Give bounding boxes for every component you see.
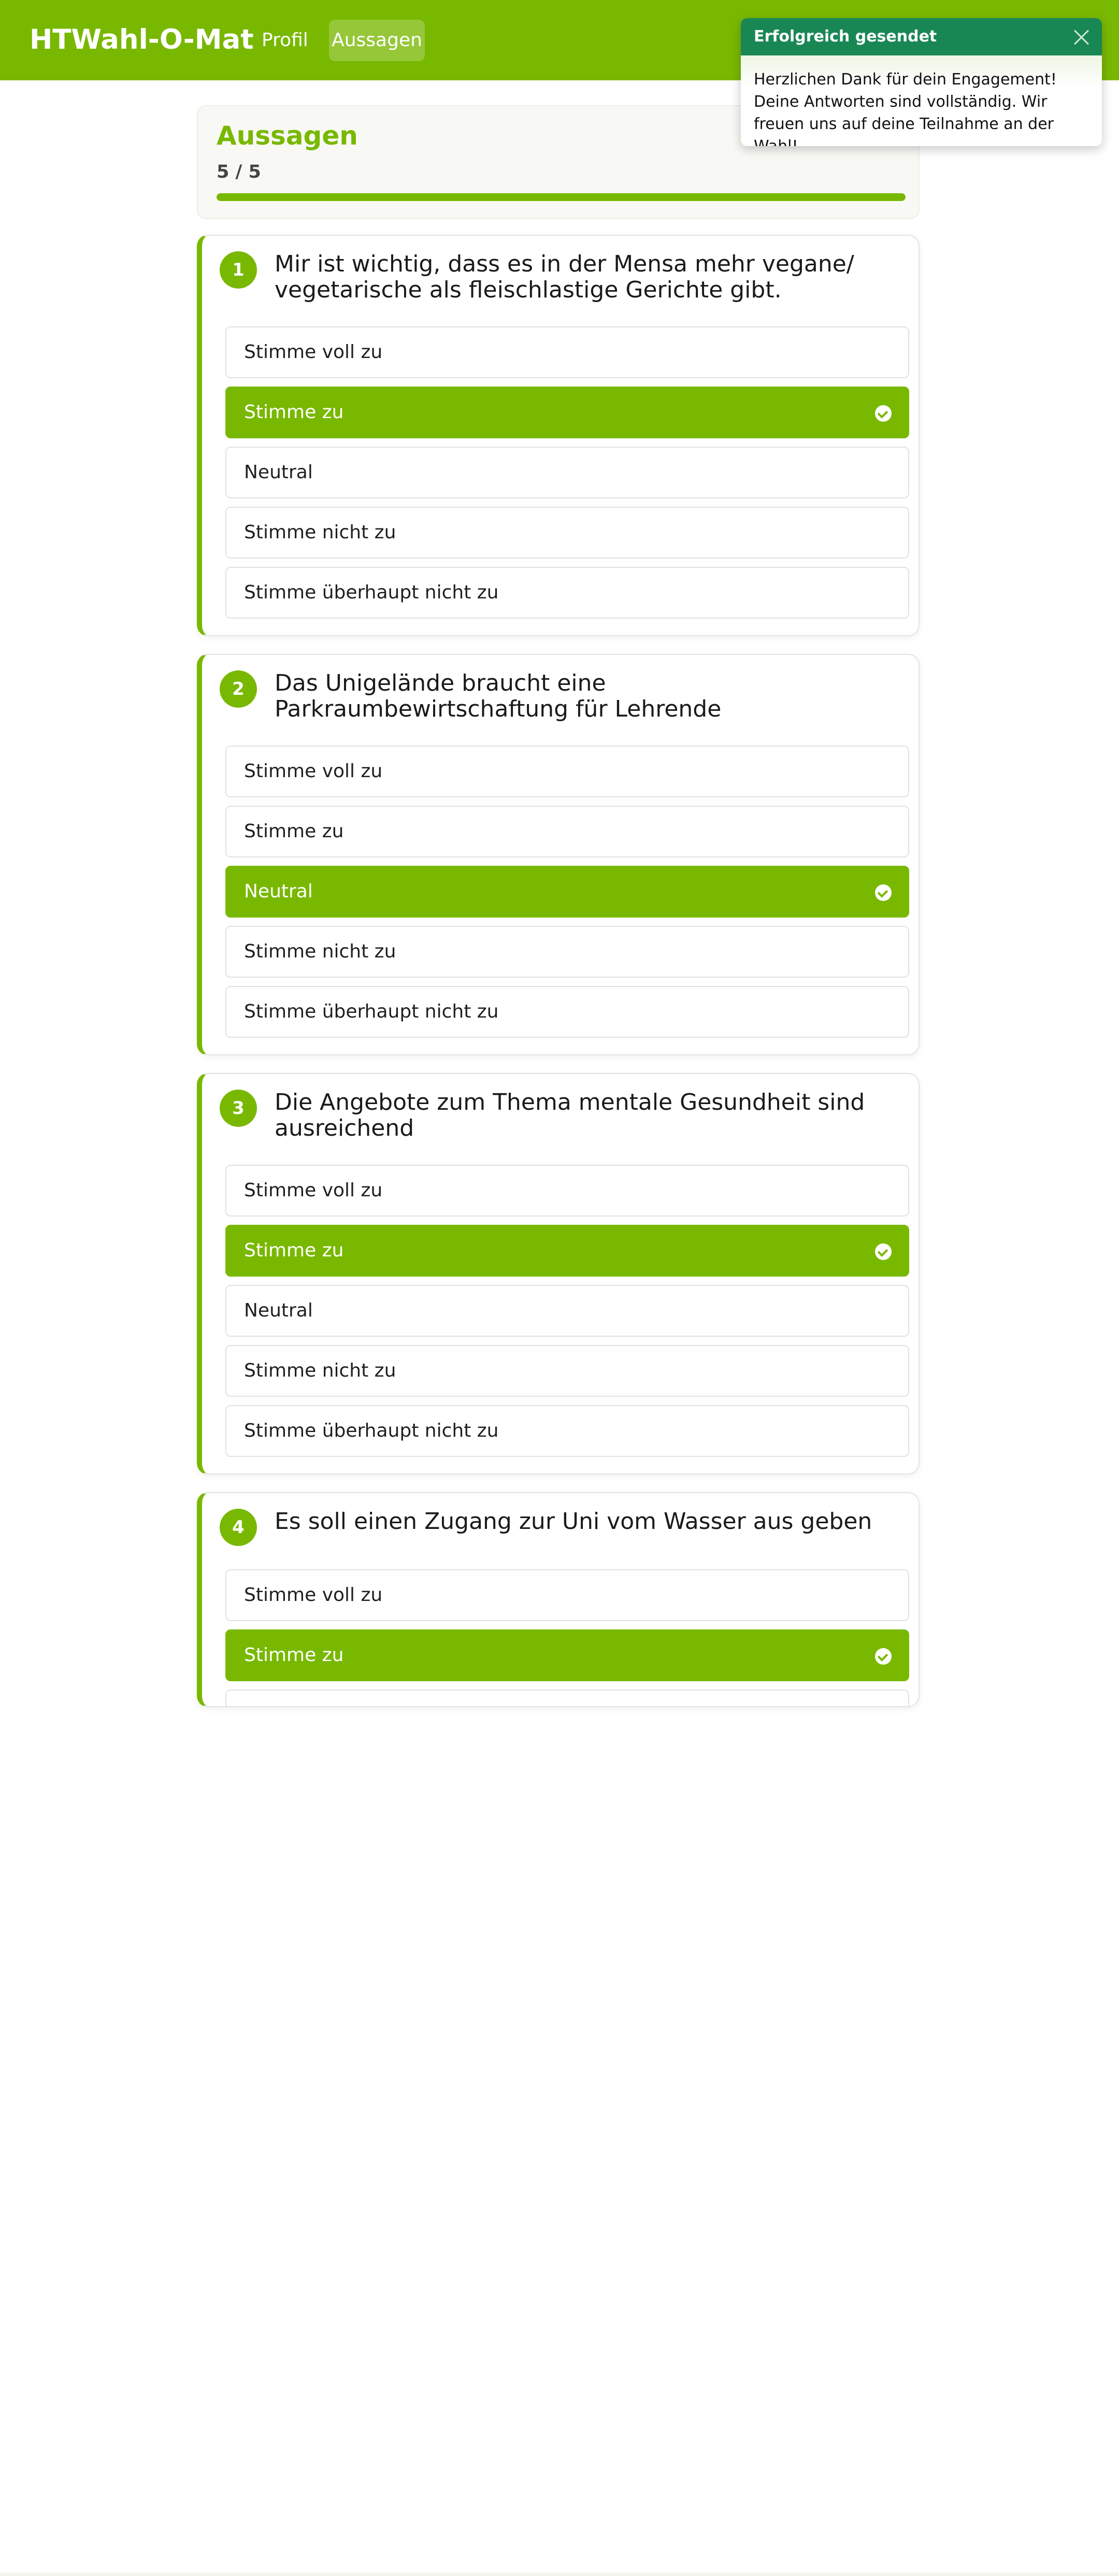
question-card-1: 1 Mir ist wichtig, dass es in der Mensa … (197, 235, 920, 636)
toast-title: Erfolgreich gesendet (754, 27, 937, 46)
answer-option-neutral[interactable] (225, 1690, 909, 1706)
check-circle-icon (875, 884, 892, 901)
answer-options: Stimme voll zu Stimme zu (225, 1569, 909, 1706)
answer-label: Stimme nicht zu (244, 941, 396, 962)
answer-label: Stimme voll zu (244, 1584, 383, 1606)
answer-options: Stimme voll zu Stimme zu Neutral Stimme … (225, 746, 909, 1046)
check-circle-icon (875, 1648, 892, 1665)
question-text: Die Angebote zum Thema mentale Gesundhei… (275, 1089, 865, 1141)
question-card-4: 4 Es soll einen Zugang zur Uni vom Wasse… (197, 1492, 920, 1707)
progress-counter: 5 / 5 (217, 162, 261, 182)
answer-label: Stimme nicht zu (244, 1360, 396, 1381)
question-text: Das Unigelände braucht eine Parkraumbewi… (275, 670, 722, 722)
close-icon[interactable] (1071, 26, 1092, 47)
answer-label: Neutral (244, 1300, 313, 1321)
answer-options: Stimme voll zu Stimme zu Neutral Stimme … (225, 326, 909, 627)
answer-label: Stimme überhaupt nicht zu (244, 1420, 499, 1441)
answer-option-stimme-voll-zu[interactable]: Stimme voll zu (225, 1569, 909, 1621)
question-number-badge: 4 (220, 1509, 257, 1546)
answer-label: Stimme voll zu (244, 1180, 383, 1201)
question-card-2: 2 Das Unigelände braucht eine Parkraumbe… (197, 654, 920, 1055)
brand-logo[interactable]: HTWahl-O-Mat (30, 24, 254, 56)
toast-header: Erfolgreich gesendet (741, 18, 1102, 55)
nav-link-profil[interactable]: Profil (254, 20, 311, 61)
answer-option-stimme-ueberhaupt-nicht-zu[interactable]: Stimme überhaupt nicht zu (225, 1405, 909, 1457)
toast-message: Herzlichen Dank für dein Engagement! Dei… (741, 55, 1102, 146)
page-title: Aussagen (217, 121, 358, 151)
success-toast: Erfolgreich gesendet Herzlichen Dank für… (741, 18, 1102, 146)
progress-bar-fill (217, 193, 906, 201)
answer-label: Stimme überhaupt nicht zu (244, 582, 499, 603)
question-number-badge: 3 (220, 1090, 257, 1127)
answer-label: Stimme nicht zu (244, 522, 396, 543)
nav-link-aussagen[interactable]: Aussagen (329, 20, 425, 61)
page-footer-strip (0, 2572, 1119, 2576)
question-number-badge: 2 (220, 670, 257, 708)
answer-label: Stimme voll zu (244, 761, 383, 782)
answer-label: Stimme voll zu (244, 341, 383, 363)
answer-option-stimme-nicht-zu[interactable]: Stimme nicht zu (225, 1345, 909, 1397)
answer-label: Stimme zu (244, 821, 344, 842)
answer-label: Stimme überhaupt nicht zu (244, 1001, 499, 1022)
answer-option-stimme-nicht-zu[interactable]: Stimme nicht zu (225, 507, 909, 559)
answer-label: Stimme zu (244, 1240, 344, 1261)
check-circle-icon (875, 1243, 892, 1260)
check-circle-icon (875, 405, 892, 422)
answer-label: Stimme zu (244, 402, 344, 423)
answer-label: Stimme zu (244, 1644, 344, 1666)
answer-option-neutral[interactable]: Neutral (225, 447, 909, 498)
question-text: Mir ist wichtig, dass es in der Mensa me… (275, 251, 854, 303)
answer-option-stimme-voll-zu[interactable]: Stimme voll zu (225, 326, 909, 378)
answer-label: Neutral (244, 881, 313, 902)
answer-option-stimme-zu[interactable]: Stimme zu (225, 1629, 909, 1681)
answer-option-stimme-zu[interactable]: Stimme zu (225, 387, 909, 438)
answer-option-stimme-voll-zu[interactable]: Stimme voll zu (225, 1165, 909, 1217)
answer-option-neutral[interactable]: Neutral (225, 866, 909, 918)
answer-option-stimme-voll-zu[interactable]: Stimme voll zu (225, 746, 909, 797)
question-card-3: 3 Die Angebote zum Thema mentale Gesundh… (197, 1073, 920, 1475)
answer-option-stimme-zu[interactable]: Stimme zu (225, 1225, 909, 1277)
answer-option-stimme-ueberhaupt-nicht-zu[interactable]: Stimme überhaupt nicht zu (225, 567, 909, 619)
answer-option-stimme-zu[interactable]: Stimme zu (225, 806, 909, 857)
answer-option-stimme-ueberhaupt-nicht-zu[interactable]: Stimme überhaupt nicht zu (225, 986, 909, 1038)
question-text: Es soll einen Zugang zur Uni vom Wasser … (275, 1508, 872, 1535)
question-number-badge: 1 (220, 251, 257, 289)
progress-bar (217, 193, 906, 201)
answer-options: Stimme voll zu Stimme zu Neutral Stimme … (225, 1165, 909, 1465)
answer-label: Neutral (244, 462, 313, 483)
answer-option-neutral[interactable]: Neutral (225, 1285, 909, 1337)
answer-option-stimme-nicht-zu[interactable]: Stimme nicht zu (225, 926, 909, 978)
